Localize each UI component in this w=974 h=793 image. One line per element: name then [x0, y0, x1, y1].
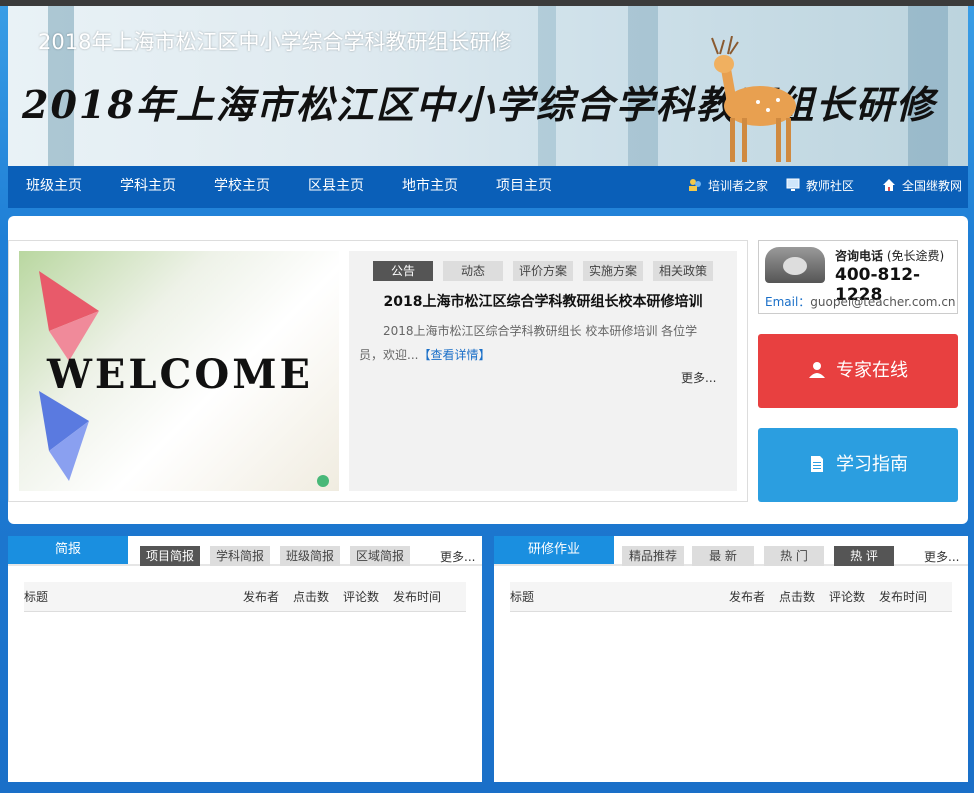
study-guide-label: 学习指南	[836, 454, 908, 475]
nav-item-city-home[interactable]: 地市主页	[402, 166, 458, 208]
email-label: Email：	[765, 295, 811, 309]
teacher-community-link[interactable]: 教师社区	[786, 166, 854, 208]
briefing-table-header: 标题 发布者 点击数 评论数 发布时间	[24, 582, 466, 612]
tab-class-briefing[interactable]: 班级简报	[280, 546, 340, 566]
col-comments[interactable]: 评论数	[343, 582, 379, 612]
trainer-home-link[interactable]: 培训者之家	[688, 166, 768, 208]
briefing-panel: 简报 项目简报 学科简报 班级简报 区域简报 更多... 标题 发布者 点击数 …	[8, 536, 482, 782]
user-icon	[809, 362, 825, 378]
tab-region-briefing[interactable]: 区域简报	[350, 546, 410, 566]
homework-table-header: 标题 发布者 点击数 评论数 发布时间	[510, 582, 952, 612]
tab-announcement[interactable]: 公告	[373, 261, 433, 281]
telephone-icon	[765, 247, 825, 283]
notice-panel: 公告 动态 评价方案 实施方案 相关政策 2018上海市松江区综合学科教研组长校…	[349, 251, 737, 491]
tab-project-briefing[interactable]: 项目简报	[140, 546, 200, 566]
expert-online-label: 专家在线	[836, 360, 908, 381]
notice-excerpt-text: 2018上海市松江区综合学科教研组长 校本研修培训 各位学员，欢迎...	[359, 324, 698, 362]
document-icon	[811, 456, 823, 472]
col-comments[interactable]: 评论数	[829, 582, 865, 612]
contact-box: 咨询电话 (免长途费) 400-812-1228 Email：guopei@te…	[758, 240, 958, 314]
tab-hot-comments[interactable]: 热 评	[834, 546, 894, 566]
main-content-panel: WELCOME 公告 动态 评价方案 实施方案 相关政策 2018上海市松江区综…	[8, 216, 968, 524]
main-nav: 班级主页 学科主页 学校主页 区县主页 地市主页 项目主页 培训者之家 教师社区…	[8, 166, 968, 208]
col-clicks[interactable]: 点击数	[779, 582, 815, 612]
col-publisher[interactable]: 发布者	[243, 582, 279, 612]
consult-phone-label: 咨询电话 (免长途费)	[835, 247, 944, 264]
nav-item-school-home[interactable]: 学校主页	[214, 166, 270, 208]
homework-header-tab[interactable]: 研修作业	[494, 536, 614, 564]
email-address[interactable]: guopei@teacher.com.cn	[810, 295, 955, 309]
tab-subject-briefing[interactable]: 学科简报	[210, 546, 270, 566]
tab-evaluation-plan[interactable]: 评价方案	[513, 261, 573, 281]
notice-title[interactable]: 2018上海市松江区综合学科教研组长校本研修培训	[349, 291, 737, 311]
trainer-icon	[689, 179, 701, 191]
homework-more-link[interactable]: 更多...	[924, 548, 959, 565]
national-edu-link[interactable]: 全国继教网	[882, 166, 962, 208]
col-title[interactable]: 标题	[510, 582, 534, 612]
tab-featured[interactable]: 精品推荐	[622, 546, 684, 566]
welcome-text: WELCOME	[47, 351, 313, 398]
view-detail-link[interactable]: 【查看详情】	[418, 348, 490, 362]
home-icon	[883, 179, 895, 191]
nav-item-district-home[interactable]: 区县主页	[308, 166, 364, 208]
notice-excerpt: 2018上海市松江区综合学科教研组长 校本研修培训 各位学员，欢迎...【查看详…	[359, 319, 719, 367]
study-guide-button[interactable]: 学习指南	[758, 428, 958, 502]
homework-panel: 研修作业 精品推荐 最 新 热 门 热 评 更多... 标题 发布者 点击数 评…	[494, 536, 968, 782]
email-line: Email：guopei@teacher.com.cn	[765, 293, 956, 310]
deer-illustration	[711, 36, 796, 162]
feature-box: WELCOME 公告 动态 评价方案 实施方案 相关政策 2018上海市松江区综…	[8, 240, 748, 502]
tab-latest[interactable]: 最 新	[692, 546, 754, 566]
briefing-more-link[interactable]: 更多...	[440, 548, 475, 565]
nav-item-project-home[interactable]: 项目主页	[496, 166, 552, 208]
notice-more-link[interactable]: 更多...	[681, 369, 716, 386]
col-publish-time[interactable]: 发布时间	[879, 582, 927, 612]
nav-item-subject-home[interactable]: 学科主页	[120, 166, 176, 208]
tab-related-policy[interactable]: 相关政策	[653, 261, 713, 281]
welcome-slide[interactable]: WELCOME	[19, 251, 339, 491]
national-edu-label: 全国继教网	[902, 179, 963, 193]
banner-subtitle: 2018年上海市松江区中小学综合学科教研组长研修	[38, 30, 512, 54]
tab-popular[interactable]: 热 门	[764, 546, 824, 566]
nav-item-class-home[interactable]: 班级主页	[26, 166, 82, 208]
col-title[interactable]: 标题	[24, 582, 48, 612]
tab-news[interactable]: 动态	[443, 261, 503, 281]
trainer-home-label: 培训者之家	[708, 179, 769, 193]
col-publisher[interactable]: 发布者	[729, 582, 765, 612]
header-banner: 2018年上海市松江区中小学综合学科教研组长研修 2018年上海市松江区中小学综…	[8, 6, 968, 166]
teacher-community-label: 教师社区	[806, 179, 855, 193]
col-clicks[interactable]: 点击数	[293, 582, 329, 612]
toll-free-note: (免长途费)	[886, 249, 945, 263]
tab-implementation-plan[interactable]: 实施方案	[583, 261, 643, 281]
consult-label: 咨询电话	[835, 249, 884, 263]
expert-online-button[interactable]: 专家在线	[758, 334, 958, 408]
col-publish-time[interactable]: 发布时间	[393, 582, 441, 612]
briefing-header-tab[interactable]: 简报	[8, 536, 128, 564]
slide-indicator-dot[interactable]	[317, 475, 329, 487]
monitor-icon	[786, 178, 800, 191]
